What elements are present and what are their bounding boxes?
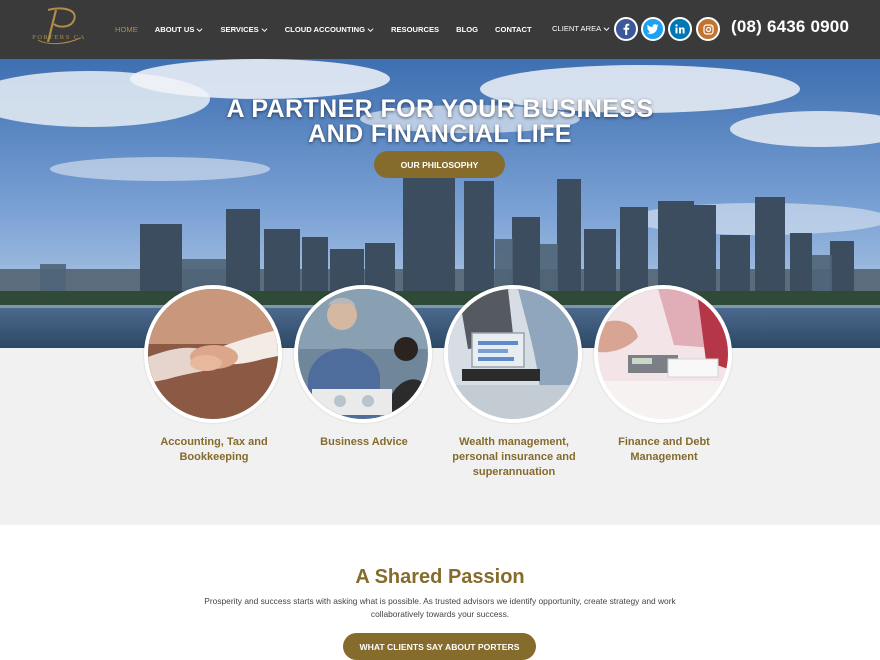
service-label-line: Business Advice	[320, 436, 408, 448]
service-label-line: Finance and Debt	[618, 436, 710, 448]
instagram-icon	[702, 23, 714, 35]
facebook-button[interactable]	[614, 17, 638, 41]
linkedin-icon	[675, 24, 685, 34]
service-label-accounting[interactable]: Accounting, Tax and Bookkeeping	[139, 435, 289, 465]
instagram-button[interactable]	[696, 17, 720, 41]
porters-logo[interactable]: PORTERS CA	[26, 6, 92, 52]
nav-label: ABOUT US	[154, 25, 195, 34]
calculator-image	[598, 289, 728, 419]
service-label-line: superannuation	[472, 466, 556, 478]
nav-item-resources[interactable]: RESOURCES	[391, 25, 439, 34]
main-nav: HOME ABOUT US SERVICES CLOUD ACCOUNTING …	[115, 0, 549, 59]
phone-number[interactable]: (08) 6436 0900	[731, 17, 849, 37]
hero-title-line2: AND FINANCIAL LIFE	[308, 120, 572, 148]
service-label-line: personal insurance and	[452, 451, 576, 463]
logo-text: PORTERS CA	[32, 34, 86, 41]
description-line: collaboratively towards your success.	[370, 608, 510, 619]
nav-label: BLOG	[456, 25, 479, 34]
nav-item-contact[interactable]: CONTACT	[495, 25, 532, 34]
description-line: Prosperity and success starts with askin…	[204, 596, 676, 606]
chevron-down-icon	[603, 26, 610, 31]
chevron-down-icon	[261, 27, 268, 32]
service-label-finance-debt[interactable]: Finance and Debt Management	[589, 435, 739, 465]
nav-label: CLOUD ACCOUNTING	[284, 25, 365, 34]
service-image-wealth-management[interactable]	[444, 285, 582, 423]
service-label-line: Management	[630, 451, 698, 463]
nav-label: CONTACT	[495, 25, 532, 34]
service-image-accounting[interactable]	[144, 285, 282, 423]
laptop-image	[448, 289, 578, 419]
hero-title-line1: A PARTNER FOR YOUR BUSINESS	[226, 95, 654, 123]
facebook-icon	[623, 23, 630, 35]
twitter-icon	[647, 24, 659, 34]
nav-label: HOME	[115, 25, 138, 34]
testimonials-button[interactable]: WHAT CLIENTS SAY ABOUT PORTERS	[343, 633, 536, 660]
nav-label: SERVICES	[220, 25, 259, 34]
twitter-button[interactable]	[641, 17, 665, 41]
nav-item-cloud-accounting[interactable]: CLOUD ACCOUNTING	[285, 25, 374, 34]
service-label-line: Bookkeeping	[179, 451, 249, 463]
section-description: Prosperity and success starts with askin…	[190, 595, 690, 620]
meeting-image	[298, 289, 428, 419]
service-label-business-advice[interactable]: Business Advice	[289, 435, 439, 450]
nav-item-services[interactable]: SERVICES	[220, 25, 268, 34]
nav-item-home[interactable]: HOME	[115, 25, 138, 34]
nav-label: RESOURCES	[391, 25, 440, 34]
linkedin-button[interactable]	[668, 17, 692, 41]
chevron-down-icon	[367, 27, 374, 32]
hero-title: A PARTNER FOR YOUR BUSINESS AND FINANCIA…	[0, 97, 880, 147]
service-label-wealth-management[interactable]: Wealth management, personal insurance an…	[439, 435, 589, 480]
hero-banner: A PARTNER FOR YOUR BUSINESS AND FINANCIA…	[0, 59, 880, 348]
service-image-finance-debt[interactable]	[594, 285, 732, 423]
nav-item-blog[interactable]: BLOG	[456, 25, 478, 34]
client-area-menu[interactable]: CLIENT AREA	[552, 24, 610, 33]
section-title: A Shared Passion	[355, 566, 525, 588]
handshake-image	[148, 289, 278, 419]
service-image-business-advice[interactable]	[294, 285, 432, 423]
service-label-line: Accounting, Tax and	[160, 436, 268, 448]
client-area-label: CLIENT AREA	[552, 24, 602, 33]
site-header: PORTERS CA HOME ABOUT US SERVICES CLOUD …	[0, 0, 880, 59]
logo-monogram-icon	[37, 7, 81, 45]
our-philosophy-button[interactable]: OUR PHILOSOPHY	[374, 151, 505, 178]
service-label-line: Wealth management,	[459, 436, 569, 448]
nav-item-about-us[interactable]: ABOUT US	[155, 25, 204, 34]
chevron-down-icon	[196, 27, 203, 32]
